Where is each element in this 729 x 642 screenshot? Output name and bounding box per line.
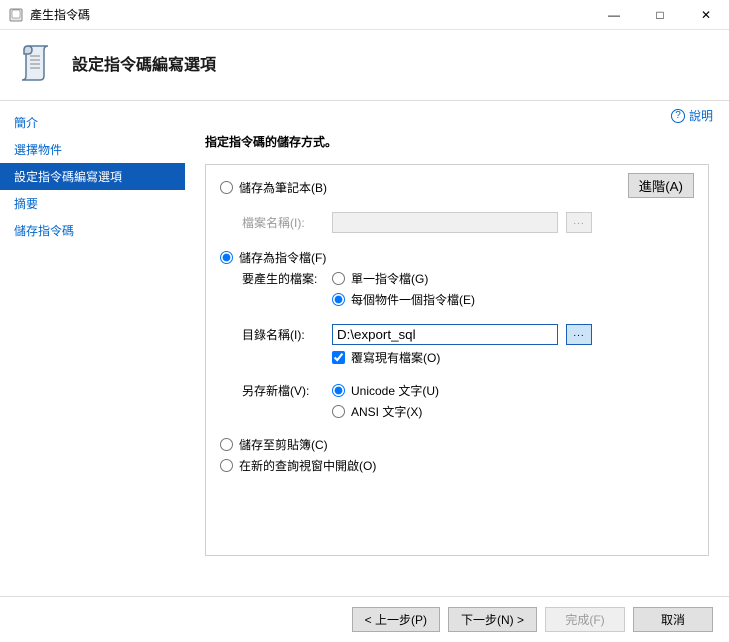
section-title: 指定指令碼的儲存方式。 <box>205 133 713 150</box>
directory-label: 目錄名稱(I): <box>242 326 332 343</box>
directory-input[interactable] <box>332 324 558 345</box>
radio-ansi[interactable] <box>332 405 345 418</box>
finish-button: 完成(F) <box>545 607 625 632</box>
directory-browse-button[interactable]: ... <box>566 324 592 345</box>
next-button[interactable]: 下一步(N) > <box>448 607 537 632</box>
option-save-script-file[interactable]: 儲存為指令檔(F) <box>220 249 694 266</box>
overwrite-checkbox[interactable] <box>332 351 345 364</box>
options-panel: 進階(A) 儲存為筆記本(B) 檔案名稱(I): ... 儲存為指令檔(F) 要… <box>205 164 709 556</box>
titlebar: 產生指令碼 — □ ✕ <box>0 0 729 30</box>
save-as-label: 另存新檔(V): <box>242 382 332 399</box>
wizard-body: 簡介 選擇物件 設定指令碼編寫選項 摘要 儲存指令碼 ? 說明 指定指令碼的儲存… <box>0 101 729 596</box>
content-area: ? 說明 指定指令碼的儲存方式。 進階(A) 儲存為筆記本(B) 檔案名稱(I)… <box>185 101 729 596</box>
radio-save-script-file[interactable] <box>220 251 233 264</box>
advanced-button[interactable]: 進階(A) <box>628 173 694 198</box>
sidebar-item-intro[interactable]: 簡介 <box>0 109 185 136</box>
close-button[interactable]: ✕ <box>683 0 729 30</box>
radio-clipboard[interactable] <box>220 438 233 451</box>
sidebar-item-summary[interactable]: 摘要 <box>0 190 185 217</box>
sidebar-item-save-scripts[interactable]: 儲存指令碼 <box>0 217 185 244</box>
minimize-button[interactable]: — <box>591 0 637 30</box>
per-object-row[interactable]: 每個物件一個指令檔(E) <box>332 291 694 308</box>
sidebar-item-choose-objects[interactable]: 選擇物件 <box>0 136 185 163</box>
filename-browse-button: ... <box>566 212 592 233</box>
cancel-button[interactable]: 取消 <box>633 607 713 632</box>
option-clipboard[interactable]: 儲存至剪貼簿(C) <box>220 436 694 453</box>
files-to-generate-label: 要產生的檔案: <box>242 270 332 287</box>
option-save-notebook[interactable]: 儲存為筆記本(B) <box>220 179 694 196</box>
app-icon <box>8 7 24 23</box>
files-to-generate-row: 要產生的檔案: 單一指令檔(G) <box>242 270 694 287</box>
radio-unicode[interactable] <box>332 384 345 397</box>
radio-new-query[interactable] <box>220 459 233 472</box>
wizard-header: 設定指令碼編寫選項 <box>0 30 729 101</box>
page-heading: 設定指令碼編寫選項 <box>72 51 216 75</box>
radio-single-file[interactable] <box>332 272 345 285</box>
maximize-button[interactable]: □ <box>637 0 683 30</box>
script-scroll-icon <box>16 42 58 84</box>
previous-button[interactable]: < 上一步(P) <box>352 607 440 632</box>
filename-row: 檔案名稱(I): ... <box>242 212 694 233</box>
help-link[interactable]: ? 說明 <box>671 107 713 124</box>
window-controls: — □ ✕ <box>591 0 729 30</box>
filename-input <box>332 212 558 233</box>
directory-row: 目錄名稱(I): ... <box>242 324 694 345</box>
radio-save-notebook[interactable] <box>220 181 233 194</box>
radio-per-object[interactable] <box>332 293 345 306</box>
sidebar: 簡介 選擇物件 設定指令碼編寫選項 摘要 儲存指令碼 <box>0 101 185 596</box>
save-as-row: 另存新檔(V): Unicode 文字(U) <box>242 382 694 399</box>
wizard-footer: < 上一步(P) 下一步(N) > 完成(F) 取消 <box>0 596 729 642</box>
ansi-row[interactable]: ANSI 文字(X) <box>332 403 694 420</box>
overwrite-row[interactable]: 覆寫現有檔案(O) <box>332 349 694 366</box>
help-icon: ? <box>671 109 685 123</box>
help-label: 說明 <box>689 107 713 124</box>
option-new-query[interactable]: 在新的查詢視窗中開啟(O) <box>220 457 694 474</box>
filename-label: 檔案名稱(I): <box>242 214 332 231</box>
window-title: 產生指令碼 <box>30 6 591 23</box>
sidebar-item-scripting-options[interactable]: 設定指令碼編寫選項 <box>0 163 185 190</box>
